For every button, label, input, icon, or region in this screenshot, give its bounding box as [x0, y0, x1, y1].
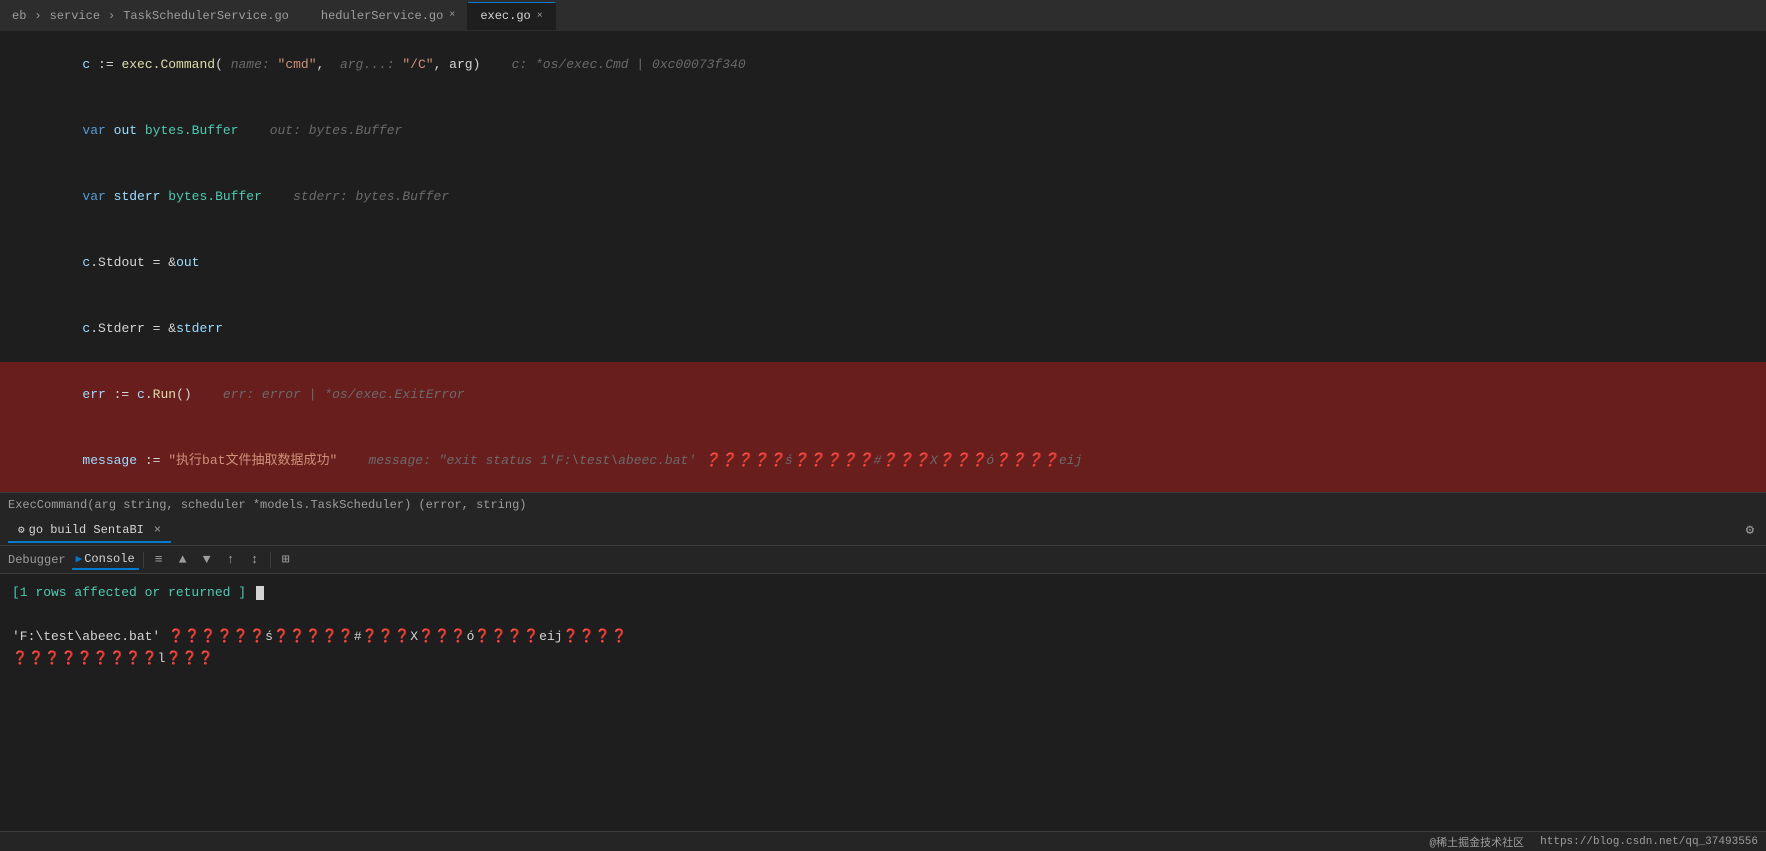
- code-line-4: c.Stdout = &out: [0, 230, 1766, 296]
- toolbar-arrow-up-icon[interactable]: ↑: [220, 549, 242, 571]
- toolbar-divider-1: [143, 552, 144, 568]
- code-content-7: message := "执行bat文件抽取数据成功" message: "exi…: [20, 428, 1766, 492]
- code-content-3: var stderr bytes.Buffer stderr: bytes.Bu…: [20, 164, 1766, 230]
- code-line-7: message := "执行bat文件抽取数据成功" message: "exi…: [0, 428, 1766, 492]
- panel-tab-bar: ⚙ go build SentaBI × ⚙: [0, 516, 1766, 546]
- editor-area: c := exec.Command( name: "cmd", arg...: …: [0, 32, 1766, 492]
- toolbar-up-icon[interactable]: ▲: [172, 549, 194, 571]
- toolbar-grid-icon[interactable]: ⊞: [275, 549, 297, 571]
- tab-exec-close[interactable]: ×: [537, 11, 543, 22]
- breadcrumb-sep-1: ›: [34, 9, 41, 23]
- toolbar-pause-icon[interactable]: ↕: [244, 549, 266, 571]
- panel-run-icon: ⚙: [18, 523, 25, 537]
- tab-scheduler-service[interactable]: hedulerService.go ×: [309, 2, 468, 30]
- code-content-5: c.Stderr = &stderr: [20, 296, 1766, 362]
- tab-exec[interactable]: exec.go ×: [468, 2, 555, 30]
- code-content-1: c := exec.Command( name: "cmd", arg...: …: [20, 32, 1766, 98]
- code-content-2: var out bytes.Buffer out: bytes.Buffer: [20, 98, 1766, 164]
- console-label: Console: [84, 552, 134, 566]
- watermark-url: https://blog.csdn.net/qq_37493556: [1540, 836, 1758, 848]
- console-cursor: [256, 586, 264, 600]
- bottom-panel: ⚙ go build SentaBI × ⚙ Debugger ▶ Consol…: [0, 516, 1766, 851]
- breadcrumb-part-3: TaskSchedulerService.go: [123, 9, 289, 23]
- debugger-label: Debugger: [8, 553, 66, 567]
- code-line-2: var out bytes.Buffer out: bytes.Buffer: [0, 98, 1766, 164]
- console-line-4: ❓❓❓❓❓❓❓❓❓l❓❓❓: [12, 648, 1754, 670]
- debugger-tab[interactable]: Debugger: [4, 551, 70, 569]
- breadcrumb: eb › service › TaskSchedulerService.go: [8, 9, 293, 23]
- toolbar-down-icon[interactable]: ▼: [196, 549, 218, 571]
- code-line-6: err := c.Run() err: error | *os/exec.Exi…: [0, 362, 1766, 428]
- tab-exec-label: exec.go: [480, 9, 530, 23]
- tab-scheduler-label: hedulerService.go: [321, 9, 443, 23]
- console-line-3: 'F:\test\abeec.bat' ❓❓❓❓❓❓ś❓❓❓❓❓#❓❓❓X❓❓❓…: [12, 626, 1754, 648]
- code-line-5: c.Stderr = &stderr: [0, 296, 1766, 362]
- console-icon: ▶: [76, 552, 83, 566]
- console-line-1: [1 rows affected or returned ]: [12, 582, 1754, 604]
- breadcrumb-sep-2: ›: [108, 9, 115, 23]
- panel-gear-icon[interactable]: ⚙: [1742, 522, 1758, 539]
- toolbar-bar: Debugger ▶ Console ≡ ▲ ▼ ↑ ↕ ⊞: [0, 546, 1766, 574]
- code-line-3: var stderr bytes.Buffer stderr: bytes.Bu…: [0, 164, 1766, 230]
- code-content-4: c.Stdout = &out: [20, 230, 1766, 296]
- toolbar-divider-2: [270, 552, 271, 568]
- console-tab[interactable]: ▶ Console: [72, 550, 139, 570]
- panel-tab-left: ⚙ go build SentaBI ×: [8, 519, 171, 543]
- tab-bar: eb › service › TaskSchedulerService.go h…: [0, 0, 1766, 32]
- breadcrumb-part-1: eb: [12, 9, 26, 23]
- breadcrumb-part-2: service: [50, 9, 100, 23]
- tab-scheduler-close[interactable]: ×: [449, 10, 455, 21]
- toolbar-list-icon[interactable]: ≡: [148, 549, 170, 571]
- code-content-6: err := c.Run() err: error | *os/exec.Exi…: [20, 362, 1766, 428]
- console-output: [1 rows affected or returned ] 'F:\test\…: [0, 574, 1766, 831]
- panel-tab-close[interactable]: ×: [154, 523, 161, 537]
- watermark-bar: @稀土掘金技术社区 https://blog.csdn.net/qq_37493…: [0, 831, 1766, 851]
- watermark-site: @稀土掘金技术社区: [1430, 834, 1525, 850]
- console-line-2: [12, 604, 1754, 626]
- panel-tab-go-build[interactable]: ⚙ go build SentaBI ×: [8, 519, 171, 543]
- signature-text: ExecCommand(arg string, scheduler *model…: [8, 498, 526, 512]
- signature-bar: ExecCommand(arg string, scheduler *model…: [0, 492, 1766, 516]
- code-line-1: c := exec.Command( name: "cmd", arg...: …: [0, 32, 1766, 98]
- panel-tab-label: go build SentaBI: [29, 523, 144, 537]
